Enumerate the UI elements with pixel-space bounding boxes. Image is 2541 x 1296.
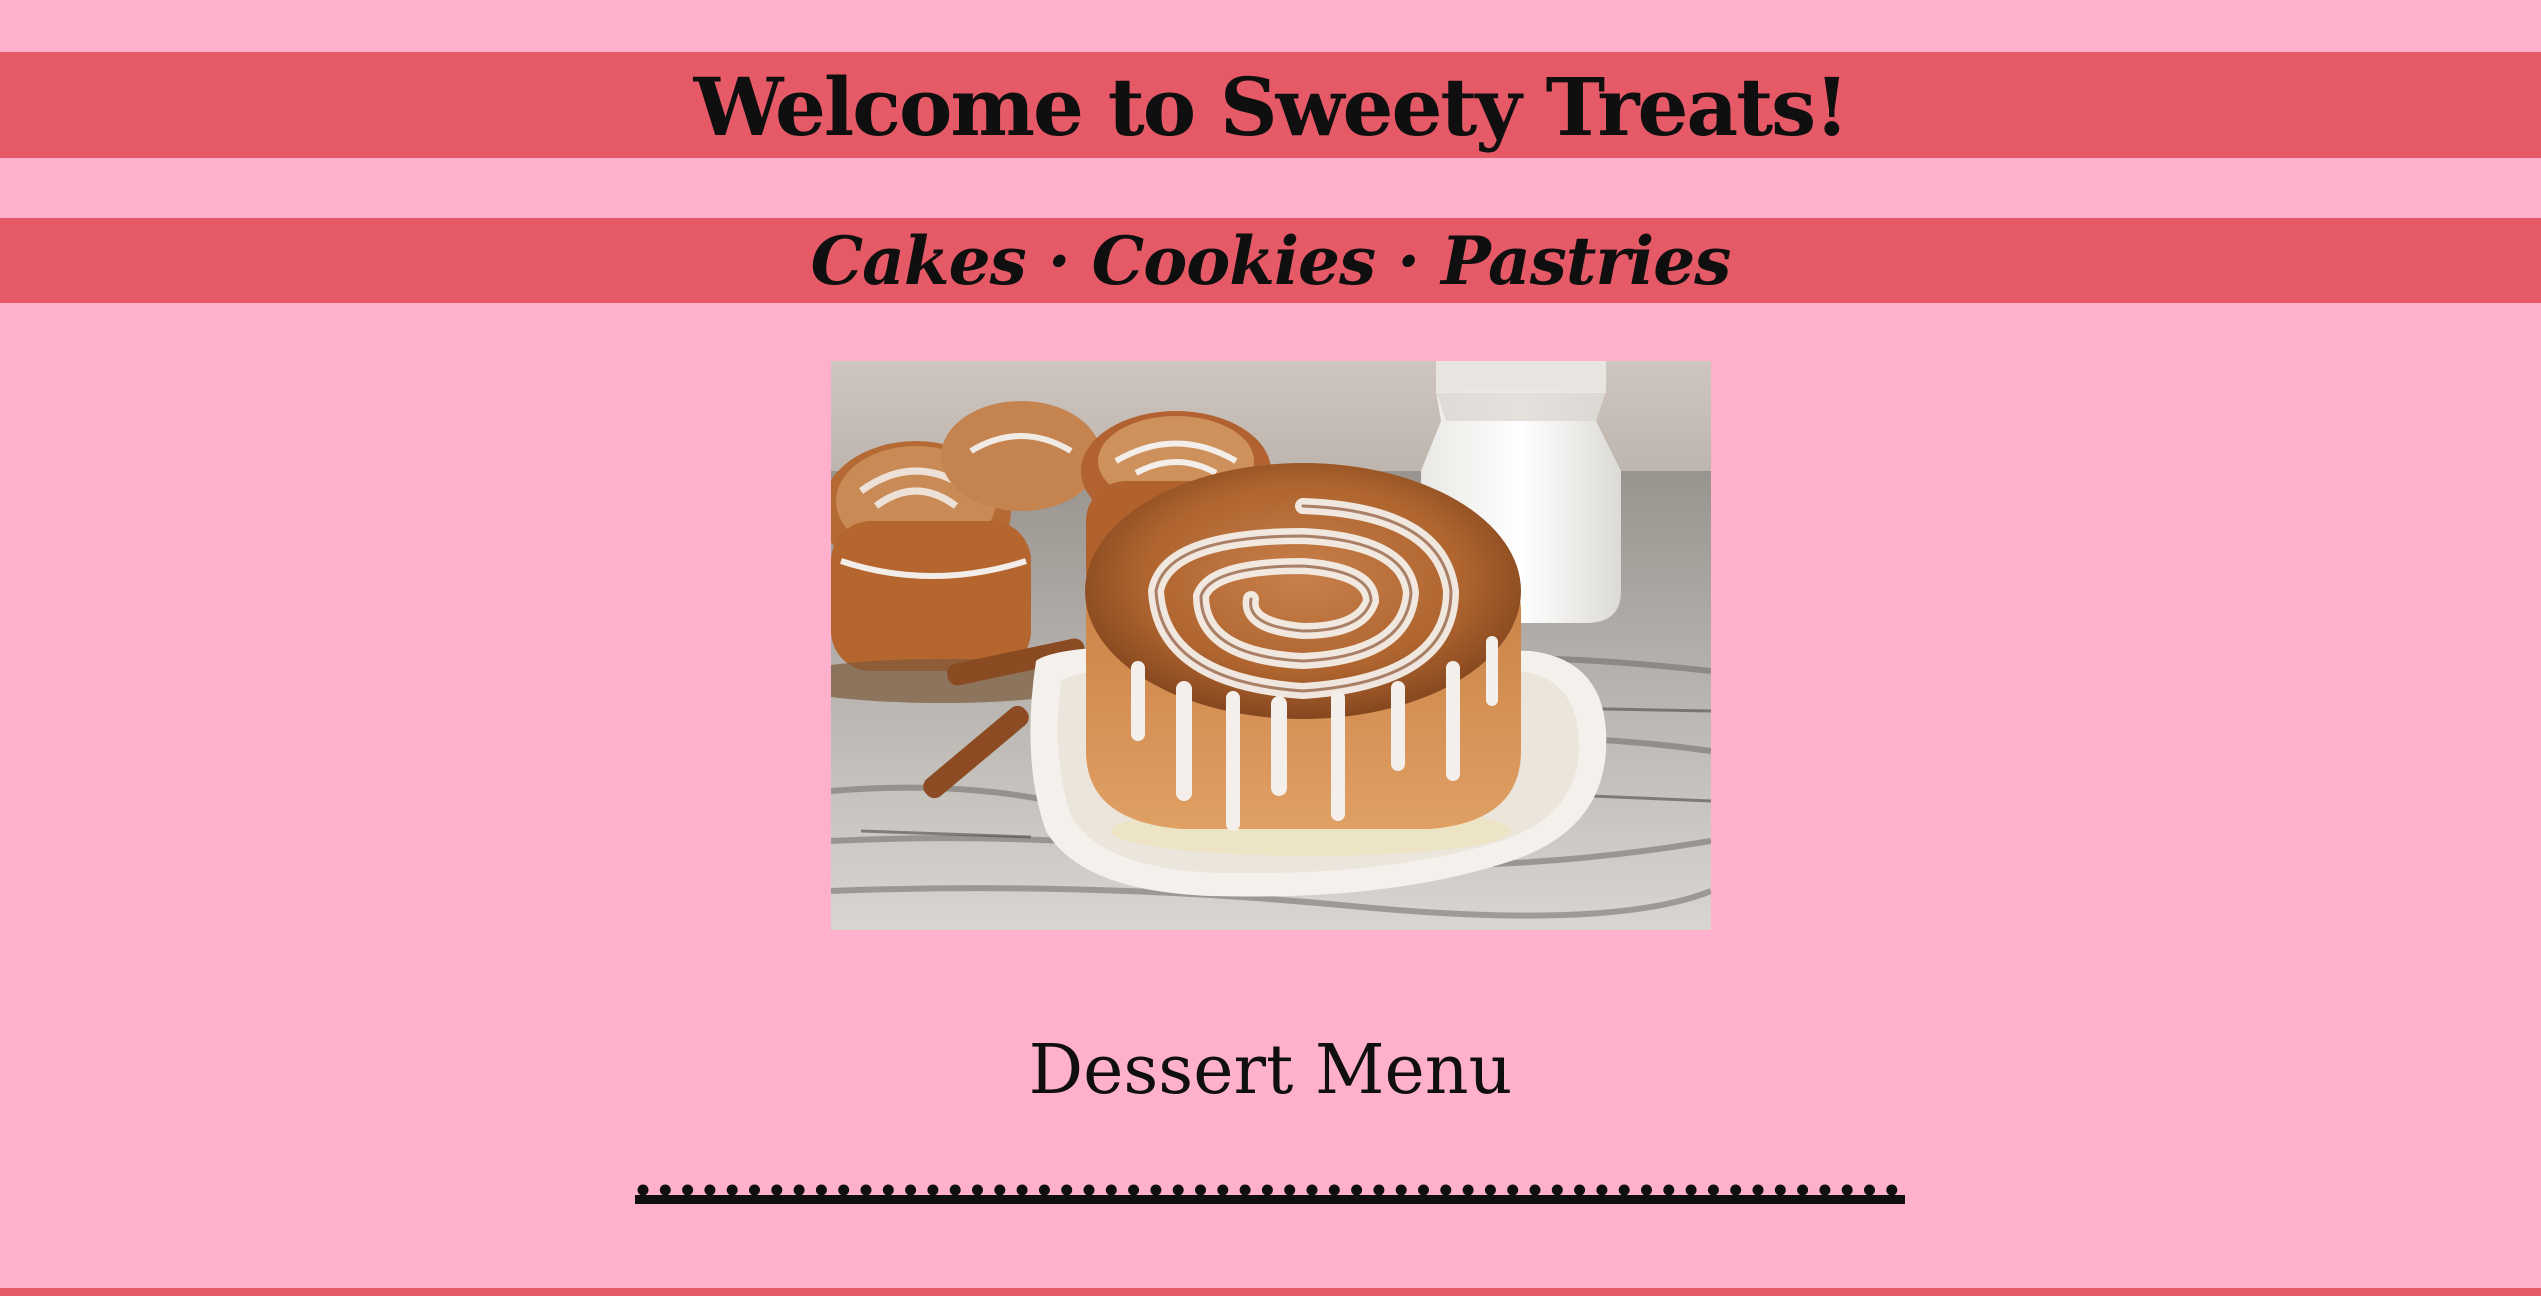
dotted-divider (635, 1184, 1905, 1204)
hero-image (831, 361, 1711, 930)
bottom-strip (0, 1288, 2541, 1296)
cinnamon-roll-photo (831, 361, 1711, 930)
tagline-banner: Cakes · Cookies · Pastries (0, 218, 2541, 303)
tagline: Cakes · Cookies · Pastries (810, 221, 1732, 300)
page-title: Welcome to Sweety Treats! (693, 60, 1850, 154)
title-banner: Welcome to Sweety Treats! (0, 52, 2541, 158)
menu-heading: Dessert Menu (1028, 1031, 1513, 1110)
